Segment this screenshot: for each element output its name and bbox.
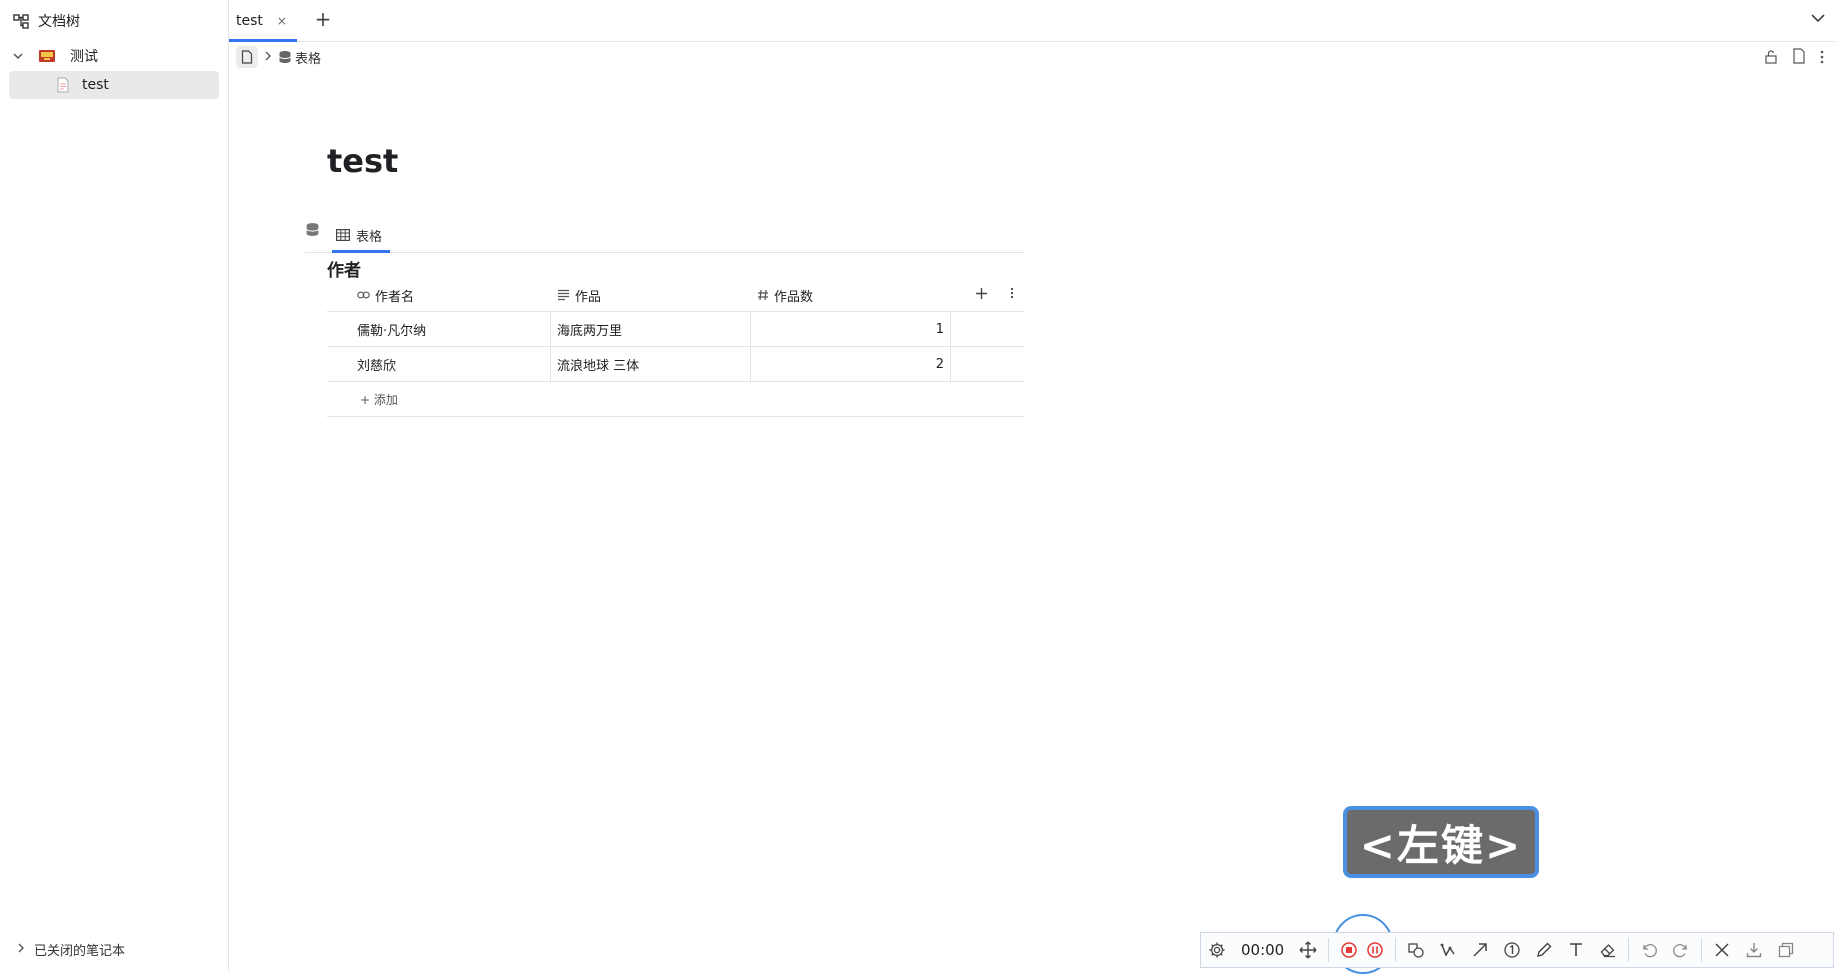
- sidebar-item-test[interactable]: test: [9, 71, 219, 99]
- database-table: 作者名 作品 作品数 儒勒·凡尔纳 海底两万里 1 刘慈欣 流浪地球 三体 2 …: [327, 279, 1024, 417]
- cell-count[interactable]: 1: [751, 312, 951, 346]
- breadcrumb: 表格: [236, 46, 321, 68]
- file-icon[interactable]: [236, 46, 258, 68]
- tab-test[interactable]: test ×: [229, 0, 297, 42]
- copy-icon[interactable]: [1770, 934, 1802, 966]
- link-icon: [357, 291, 370, 299]
- tab-table-view[interactable]: 表格: [332, 218, 391, 253]
- number-marker-icon[interactable]: [1496, 934, 1528, 966]
- text-tool-icon[interactable]: [1560, 934, 1592, 966]
- closed-notebooks-label: 已关闭的笔记本: [34, 944, 126, 959]
- recorder-toolbar: 00:00: [1200, 932, 1834, 968]
- cell-empty: [951, 312, 1024, 346]
- add-row-button[interactable]: + 添加: [327, 382, 1024, 417]
- table-title[interactable]: 作者: [327, 256, 361, 281]
- divider: [1701, 938, 1703, 962]
- chevron-right-icon: [264, 50, 272, 64]
- more-icon[interactable]: [1820, 49, 1824, 68]
- cell-works[interactable]: 海底两万里: [551, 312, 751, 346]
- divider: [1628, 938, 1630, 962]
- view-tab-label: 表格: [356, 229, 383, 245]
- database-icon: [279, 51, 291, 63]
- table-row[interactable]: 刘慈欣 流浪地球 三体 2: [327, 347, 1024, 382]
- tab-bar: test × +: [229, 0, 1836, 42]
- doc-actions: [1764, 48, 1824, 68]
- column-actions: [951, 279, 1024, 311]
- cell-author[interactable]: 刘慈欣: [327, 347, 551, 381]
- close-icon[interactable]: [1706, 934, 1738, 966]
- active-view-indicator: [332, 250, 391, 253]
- notebook-icon: [38, 47, 60, 65]
- cell-author[interactable]: 儒勒·凡尔纳: [327, 312, 551, 346]
- breadcrumb-label: 表格: [295, 51, 322, 67]
- notebook-item[interactable]: 测试: [12, 46, 98, 66]
- eraser-icon[interactable]: [1592, 934, 1624, 966]
- cell-empty: [951, 347, 1024, 381]
- download-icon[interactable]: [1738, 934, 1770, 966]
- table-row[interactable]: 儒勒·凡尔纳 海底两万里 1: [327, 312, 1024, 347]
- table-header: 作者名 作品 作品数: [327, 279, 1024, 312]
- file-icon[interactable]: [1792, 48, 1806, 68]
- sidebar: 文档树 测试 test 已关闭的笔记本: [0, 0, 229, 972]
- divider: [1328, 938, 1330, 962]
- arrow-icon[interactable]: [1464, 934, 1496, 966]
- table-icon: [336, 229, 350, 241]
- page-title[interactable]: test: [327, 142, 398, 180]
- database-icon[interactable]: [305, 222, 320, 241]
- chevron-down-icon[interactable]: [12, 50, 28, 62]
- more-icon[interactable]: [1010, 287, 1014, 303]
- cell-count[interactable]: 2: [751, 347, 951, 381]
- pause-record-icon[interactable]: [1359, 934, 1391, 966]
- doc-label: test: [82, 77, 109, 93]
- key-hint-overlay: <左键>: [1343, 806, 1539, 878]
- undo-icon[interactable]: [1633, 934, 1665, 966]
- divider: [1395, 938, 1397, 962]
- move-icon[interactable]: [1292, 934, 1324, 966]
- closed-notebooks[interactable]: 已关闭的笔记本: [16, 940, 125, 959]
- unlock-icon[interactable]: [1764, 49, 1778, 68]
- tab-label: test: [236, 12, 263, 29]
- close-icon[interactable]: ×: [277, 14, 287, 28]
- column-header-author[interactable]: 作者名: [327, 279, 551, 311]
- chevron-down-icon[interactable]: [1810, 10, 1826, 30]
- shapes-icon[interactable]: [1400, 934, 1432, 966]
- breadcrumb-item-database[interactable]: 表格: [278, 48, 321, 67]
- column-header-count[interactable]: 作品数: [751, 279, 951, 311]
- recording-timer: 00:00: [1241, 941, 1285, 959]
- database-view-bar: 表格: [305, 218, 1024, 253]
- notebook-label: 测试: [70, 49, 98, 65]
- add-tab-button[interactable]: +: [312, 7, 334, 31]
- column-label: 作品: [575, 289, 602, 305]
- column-label: 作者名: [375, 289, 415, 305]
- active-tab-indicator: [229, 39, 297, 42]
- gear-icon[interactable]: [1201, 934, 1233, 966]
- column-label: 作品数: [774, 289, 814, 305]
- add-column-icon[interactable]: [975, 287, 988, 304]
- file-icon: [56, 77, 70, 93]
- polyline-icon[interactable]: [1432, 934, 1464, 966]
- doc-tree-title: 文档树: [38, 14, 80, 30]
- cell-works[interactable]: 流浪地球 三体: [551, 347, 751, 381]
- number-icon: [757, 289, 769, 301]
- redo-icon[interactable]: [1665, 934, 1697, 966]
- doc-tree-header[interactable]: 文档树: [12, 10, 80, 32]
- chevron-right-icon: [16, 943, 26, 956]
- column-header-works[interactable]: 作品: [551, 279, 751, 311]
- text-icon: [557, 289, 570, 301]
- pencil-icon[interactable]: [1528, 934, 1560, 966]
- doc-tree-icon: [12, 12, 30, 30]
